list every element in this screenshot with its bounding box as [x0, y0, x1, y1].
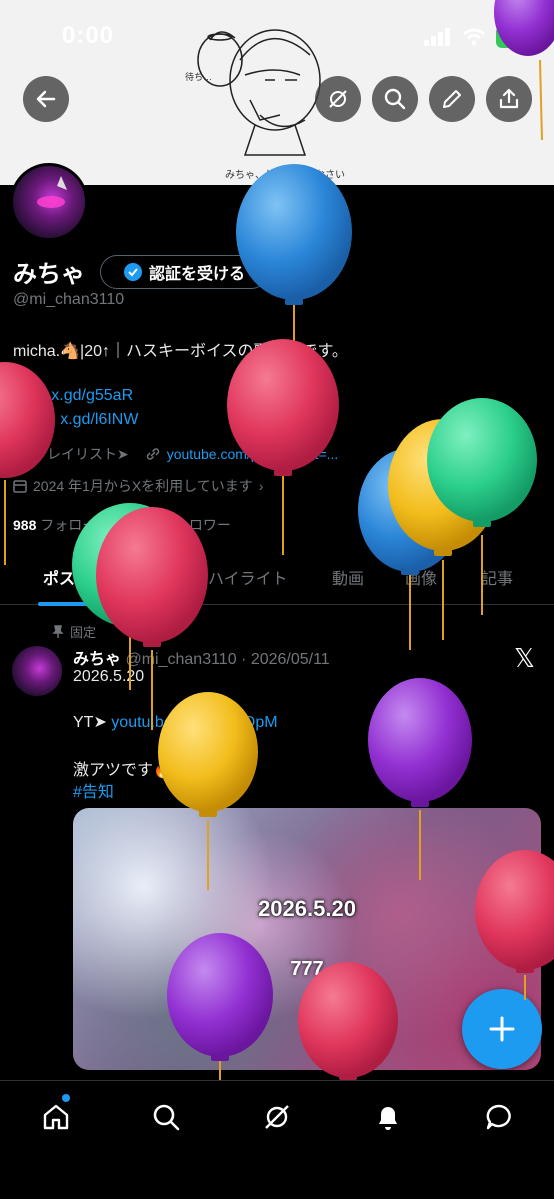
get-verified-label: 認証を受ける [148, 266, 245, 283]
svg-text:待ち…: 待ち… [185, 71, 212, 82]
profile-handle: @mi_chan3110 [13, 291, 125, 308]
media-date-text: 2026.5.20 [258, 896, 356, 921]
grok-icon [329, 90, 347, 108]
tab-posts[interactable]: ポスト [43, 565, 91, 589]
signal-icon [424, 28, 451, 46]
search-button[interactable] [372, 76, 418, 122]
tab-highlights[interactable]: ハイライト [208, 565, 288, 589]
tab-photos[interactable]: 画像 [405, 565, 437, 589]
profile-meta-row: プレイリスト➤ youtube.com/playlist?list=... [13, 444, 338, 464]
playlist-label: プレイリスト➤ [33, 446, 129, 462]
search-icon [153, 1104, 180, 1131]
pinned-label: 固定 [70, 625, 97, 640]
compose-button[interactable] [462, 989, 542, 1069]
grok-icon [265, 1105, 289, 1129]
post-avatar[interactable] [12, 646, 62, 696]
link-icon [146, 448, 159, 460]
yt-link-row[interactable]: YT➤ x.gd/g55aR [13, 385, 133, 405]
profile-tabs: ポスト 返信 ハイライト 動画 画像 記事 [0, 555, 554, 605]
post-author-handle: @mi_chan3110 · 2026/05/11 [125, 651, 330, 668]
share-button[interactable] [486, 76, 532, 122]
follow-stats[interactable]: 988 フォロー中 3,359 フォロワー [13, 515, 231, 535]
location-icon [14, 448, 26, 460]
yt-prefix: YT➤ [13, 387, 52, 404]
tab-articles[interactable]: 記事 [481, 565, 513, 589]
nav-home[interactable] [38, 1099, 74, 1135]
message-icon [486, 1104, 511, 1130]
tab-replies[interactable]: 返信 [130, 565, 162, 589]
get-verified-button[interactable]: 認証を受ける [100, 255, 268, 289]
search-icon [384, 88, 406, 110]
following-label: フォロー中 [40, 517, 111, 533]
profile-bio: micha.🐴|20↑｜ハスキーボイスの歌い手です。 [13, 343, 348, 360]
nav-notifications[interactable] [370, 1099, 406, 1135]
nico-link-row[interactable]: nico➤ x.gd/l6INW [13, 409, 138, 429]
banner-caption: みちゃ、しっかりしなさい [225, 170, 345, 181]
back-button[interactable] [23, 76, 69, 122]
post-line-hype: 激アツです🔥 [73, 762, 173, 779]
pinned-indicator: 固定 [52, 622, 96, 641]
joined-row: 2024 年1月からXを利用しています › [13, 476, 263, 496]
verified-badge-icon [123, 263, 142, 281]
post-hashtag[interactable]: #告知 [73, 778, 114, 802]
nav-grok[interactable] [259, 1099, 295, 1135]
balloon [358, 448, 462, 650]
media-sub-text: 777 [290, 958, 324, 980]
pin-icon [52, 624, 64, 638]
post-line-date: 2026.5.20 [73, 668, 145, 685]
back-arrow-icon [36, 90, 56, 108]
post-yt-prefix: YT➤ [73, 714, 112, 731]
post-line-yt: YT➤ youtu.be/4iCyOry5DpM [73, 712, 278, 732]
status-icons: 92 [424, 26, 524, 48]
status-bar: 0:00 92 [0, 0, 554, 70]
edit-icon [443, 90, 461, 108]
balloon [388, 419, 498, 640]
yt-link[interactable]: x.gd/g55aR [51, 387, 133, 404]
post-author-name[interactable]: みちゃ [73, 651, 121, 668]
nav-messages[interactable] [481, 1099, 517, 1135]
x-logo-icon: 𝕏 [514, 644, 535, 674]
joined-date: 2024 年1月からXを利用しています [33, 478, 253, 494]
bell-icon [379, 1107, 397, 1130]
avatar-art [37, 176, 67, 208]
bottom-nav [0, 1080, 554, 1199]
chevron-right-icon: › [258, 478, 264, 494]
post-header: みちゃ @mi_chan3110 · 2026/05/11 [73, 645, 330, 669]
following-count: 988 [13, 517, 37, 533]
plus-icon [489, 1016, 515, 1042]
status-time: 0:00 [62, 22, 115, 49]
calendar-icon [13, 480, 27, 493]
profile-avatar[interactable] [10, 163, 88, 241]
playlist-url[interactable]: youtube.com/playlist?list=... [167, 446, 339, 462]
nav-search[interactable] [148, 1099, 184, 1135]
post-yt-link[interactable]: youtu.be/4iCyOry5DpM [111, 714, 277, 731]
nico-prefix: nico➤ [13, 411, 61, 428]
active-tab-indicator [38, 602, 96, 606]
tab-videos[interactable]: 動画 [332, 565, 364, 589]
edit-button[interactable] [429, 76, 475, 122]
battery-indicator: 92 [496, 26, 524, 48]
wifi-icon [463, 28, 486, 46]
followers-count: 3,359 [121, 517, 157, 533]
home-icon [43, 1104, 69, 1130]
profile-name: みちゃ [13, 261, 85, 288]
nico-link[interactable]: x.gd/l6INW [60, 411, 138, 428]
balloon [96, 507, 208, 730]
share-icon [499, 88, 519, 109]
followers-label: フォロワー [160, 517, 231, 533]
grok-button[interactable] [315, 76, 361, 122]
